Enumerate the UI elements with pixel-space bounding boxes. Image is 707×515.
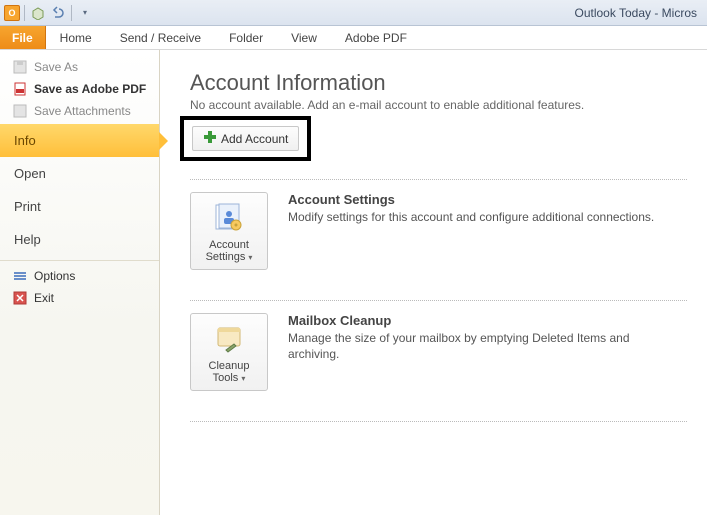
quick-access-toolbar: O ▾ <box>4 4 94 22</box>
sidebar-separator <box>0 260 159 261</box>
tab-folder[interactable]: Folder <box>215 26 277 49</box>
menu-save-attachments: Save Attachments <box>0 100 159 122</box>
title-bar: O ▾ Outlook Today - Micros <box>0 0 707 26</box>
backstage-main: Save As Save as Adobe PDF Save Attachmen… <box>0 50 707 515</box>
qat-separator <box>71 5 72 21</box>
options-icon <box>12 268 28 284</box>
cleanup-tools-button[interactable]: Cleanup Tools ▾ <box>190 313 268 391</box>
nav-options[interactable]: Options <box>0 265 159 287</box>
tab-send-receive[interactable]: Send / Receive <box>106 26 215 49</box>
nav-exit[interactable]: Exit <box>0 287 159 309</box>
send-receive-qat-icon[interactable] <box>29 4 47 22</box>
exit-icon <box>12 290 28 306</box>
mailbox-cleanup-text: Mailbox Cleanup Manage the size of your … <box>288 313 668 391</box>
tab-view[interactable]: View <box>277 26 331 49</box>
page-title: Account Information <box>190 70 707 96</box>
chevron-down-icon: ▾ <box>248 253 252 262</box>
tab-file[interactable]: File <box>0 26 46 49</box>
nav-info[interactable]: Info <box>0 124 159 157</box>
menu-label: Save Attachments <box>34 104 131 118</box>
ribbon-tabs: File Home Send / Receive Folder View Ado… <box>0 26 707 50</box>
separator-dots <box>190 421 687 422</box>
pdf-icon <box>12 81 28 97</box>
qat-customize-icon[interactable]: ▾ <box>76 4 94 22</box>
menu-label: Options <box>34 269 75 283</box>
window-title: Outlook Today - Micros <box>94 6 703 20</box>
account-settings-text: Account Settings Modify settings for thi… <box>288 192 654 270</box>
attach-icon <box>12 103 28 119</box>
add-account-highlight: Add Account <box>180 116 311 161</box>
outlook-app-icon[interactable]: O <box>4 5 20 21</box>
section-desc: Modify settings for this account and con… <box>288 209 654 225</box>
add-account-button[interactable]: Add Account <box>192 126 299 151</box>
account-settings-button[interactable]: Account Settings ▾ <box>190 192 268 270</box>
tab-home[interactable]: Home <box>46 26 106 49</box>
menu-label: Save As <box>34 60 78 74</box>
save-icon <box>12 59 28 75</box>
nav-open[interactable]: Open <box>0 157 159 190</box>
qat-separator <box>24 5 25 21</box>
nav-print[interactable]: Print <box>0 190 159 223</box>
button-label: Account Settings <box>206 239 249 263</box>
backstage-sidebar: Save As Save as Adobe PDF Save Attachmen… <box>0 50 160 515</box>
menu-save-as-adobe-pdf[interactable]: Save as Adobe PDF <box>0 78 159 100</box>
account-settings-icon <box>212 201 246 235</box>
section-title: Account Settings <box>288 192 654 207</box>
page-subtext: No account available. Add an e-mail acco… <box>190 98 707 112</box>
menu-label: Save as Adobe PDF <box>34 82 146 96</box>
account-settings-block: Account Settings ▾ Account Settings Modi… <box>190 180 707 282</box>
chevron-down-icon: ▾ <box>241 374 245 383</box>
mailbox-cleanup-block: Cleanup Tools ▾ Mailbox Cleanup Manage t… <box>190 301 707 403</box>
plus-icon <box>203 130 217 147</box>
backstage-content: Account Information No account available… <box>160 50 707 515</box>
nav-help[interactable]: Help <box>0 223 159 256</box>
add-account-label: Add Account <box>221 132 288 146</box>
section-desc: Manage the size of your mailbox by empty… <box>288 330 668 362</box>
section-title: Mailbox Cleanup <box>288 313 668 328</box>
undo-qat-icon[interactable] <box>49 4 67 22</box>
tab-adobe-pdf[interactable]: Adobe PDF <box>331 26 421 49</box>
cleanup-tools-icon <box>212 322 246 356</box>
file-menu-section: Save As Save as Adobe PDF Save Attachmen… <box>0 50 159 124</box>
menu-label: Exit <box>34 291 54 305</box>
menu-save-as: Save As <box>0 56 159 78</box>
